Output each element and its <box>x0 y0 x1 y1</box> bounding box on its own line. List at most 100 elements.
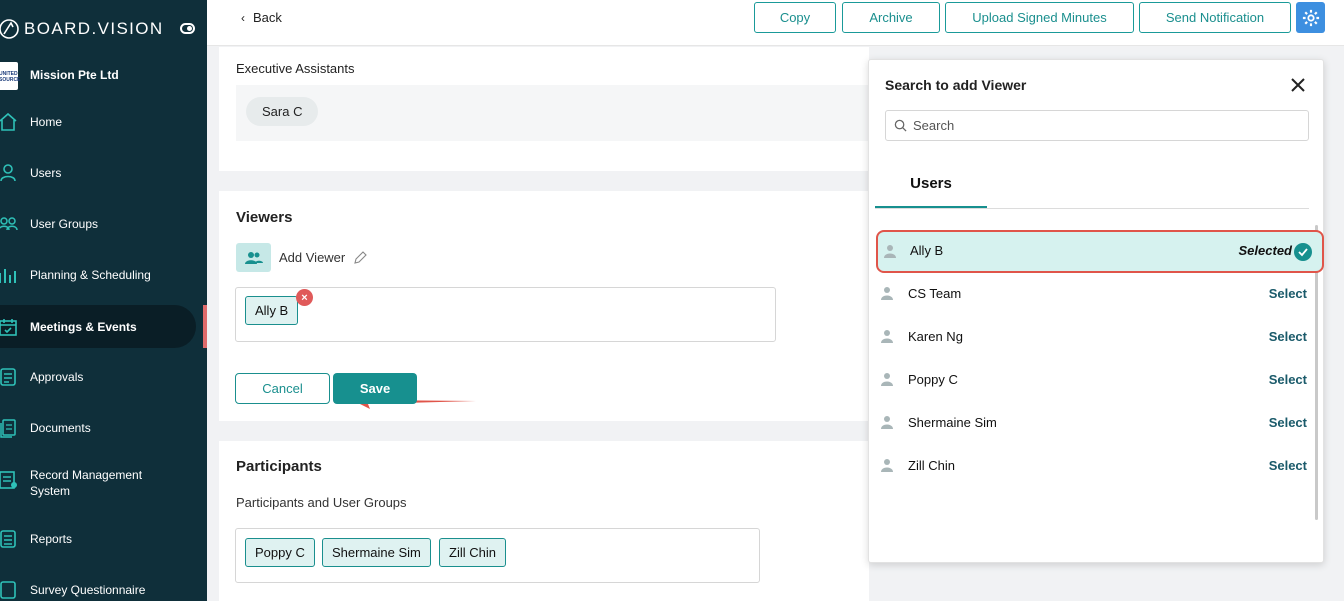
add-viewer-panel: Search to add Viewer Users Ally B Select… <box>868 59 1324 563</box>
sidebar-item-label: Home <box>30 115 63 129</box>
sidebar: BOARD.VISION UNITED SOURCE Mission Pte L… <box>0 0 207 601</box>
sidebar-item-label: Users <box>30 166 62 180</box>
clipboard-icon <box>0 368 16 386</box>
user-row[interactable]: Karen Ng Select <box>875 317 1311 357</box>
sidebar-item-home[interactable]: Home <box>0 112 207 132</box>
search-icon <box>894 119 907 132</box>
sidebar-item-user-groups[interactable]: User Groups <box>0 214 207 234</box>
participants-section: Participants Participants and User Group… <box>219 441 869 601</box>
settings-button[interactable] <box>1296 2 1325 33</box>
user-icon <box>881 287 893 300</box>
tab-divider <box>875 208 1309 209</box>
sidebar-toggle-icon[interactable] <box>180 23 195 34</box>
user-name: Zill Chin <box>908 458 955 473</box>
participants-box[interactable]: Poppy C Shermaine Sim Zill Chin <box>235 528 760 583</box>
sidebar-item-meetings-events[interactable]: Meetings & Events <box>0 305 196 348</box>
user-icon <box>884 245 896 258</box>
user-row[interactable]: Zill Chin Select <box>875 446 1311 486</box>
select-button[interactable]: Select <box>1269 372 1307 387</box>
participant-chip: Zill Chin <box>439 538 506 567</box>
pencil-icon[interactable] <box>353 250 368 265</box>
participants-subtitle: Participants and User Groups <box>236 495 407 510</box>
brand-logo-icon <box>0 19 19 39</box>
active-indicator <box>203 305 207 348</box>
back-button[interactable]: ‹ Back <box>241 10 282 25</box>
sidebar-item-approvals[interactable]: Approvals <box>0 367 207 387</box>
brand: BOARD.VISION <box>0 16 207 44</box>
user-icon <box>881 416 893 429</box>
viewer-chip-label: Ally B <box>255 303 289 318</box>
viewers-title: Viewers <box>236 209 293 226</box>
send-notification-button[interactable]: Send Notification <box>1139 2 1291 33</box>
participant-chip: Poppy C <box>245 538 315 567</box>
survey-icon <box>0 581 16 599</box>
select-button[interactable]: Select <box>1269 458 1307 473</box>
user-name: Karen Ng <box>908 329 963 344</box>
add-viewer-button[interactable]: Add Viewer <box>236 243 368 272</box>
cancel-button[interactable]: Cancel <box>235 373 330 404</box>
panel-title: Search to add Viewer <box>885 77 1027 93</box>
executive-assistants-section: Executive Assistants Sara C <box>219 47 876 171</box>
select-button[interactable]: Select <box>1269 329 1307 344</box>
participant-chip: Shermaine Sim <box>322 538 431 567</box>
sidebar-item-label: User Groups <box>30 217 99 231</box>
chevron-left-icon: ‹ <box>241 10 245 25</box>
select-button[interactable]: Select <box>1269 286 1307 301</box>
user-icon <box>881 459 893 472</box>
search-field[interactable] <box>885 110 1309 141</box>
sidebar-item-label: Reports <box>30 532 73 546</box>
sidebar-item-users[interactable]: Users <box>0 163 207 183</box>
record-icon <box>0 471 17 489</box>
remove-chip-icon[interactable]: × <box>296 289 313 306</box>
brand-name: BOARD.VISION <box>24 19 164 38</box>
user-name: Shermaine Sim <box>908 415 997 430</box>
user-row[interactable]: CS Team Select <box>875 274 1311 314</box>
chart-icon <box>0 269 16 283</box>
users-icon <box>0 217 18 231</box>
user-icon <box>0 164 16 182</box>
close-icon[interactable] <box>1289 76 1307 94</box>
user-name: Ally B <box>910 243 944 258</box>
user-icon <box>881 373 893 386</box>
calendar-icon <box>0 319 17 336</box>
sidebar-item-label: Meetings & Events <box>30 320 137 334</box>
sidebar-item-label: Survey Questionnaire <box>30 583 146 597</box>
archive-button[interactable]: Archive <box>842 2 940 33</box>
search-input[interactable] <box>913 118 1293 133</box>
user-row[interactable]: Shermaine Sim Select <box>875 403 1311 443</box>
documents-icon <box>0 419 16 438</box>
sidebar-item-label: Record Management System <box>30 468 143 498</box>
participants-title: Participants <box>236 458 322 475</box>
executive-assistants-label: Executive Assistants <box>236 61 355 76</box>
organization-name: Mission Pte Ltd <box>30 68 119 82</box>
sidebar-item-record-management[interactable]: Record Management System <box>0 466 207 500</box>
sidebar-item-label: Planning & Scheduling <box>30 268 151 282</box>
sidebar-item-label: Documents <box>30 421 91 435</box>
top-bar: ‹ Back Copy Archive Upload Signed Minute… <box>207 0 1344 46</box>
add-user-icon <box>236 243 271 272</box>
back-label: Back <box>253 10 282 25</box>
viewer-chip: Ally B × <box>245 289 313 325</box>
upload-signed-minutes-button[interactable]: Upload Signed Minutes <box>945 2 1134 33</box>
organization-logo: UNITED SOURCE <box>0 62 20 90</box>
sidebar-item-reports[interactable]: Reports <box>0 529 207 549</box>
copy-button[interactable]: Copy <box>754 2 836 33</box>
sidebar-item-survey-questionnaire[interactable]: Survey Questionnaire <box>0 580 207 600</box>
report-icon <box>0 530 16 548</box>
home-icon <box>0 112 17 131</box>
user-row[interactable]: Poppy C Select <box>875 360 1311 400</box>
sidebar-item-planning-scheduling[interactable]: Planning & Scheduling <box>0 265 207 285</box>
user-name: CS Team <box>908 286 962 301</box>
add-viewer-label: Add Viewer <box>279 250 346 265</box>
user-name: Poppy C <box>908 372 958 387</box>
tab-users[interactable]: Users <box>875 160 987 208</box>
viewers-section: Viewers Add Viewer Ally B × Cancel Save <box>219 191 869 421</box>
save-button[interactable]: Save <box>333 373 417 404</box>
organization[interactable]: UNITED SOURCE Mission Pte Ltd <box>0 60 207 92</box>
viewers-box[interactable]: Ally B × <box>235 287 776 409</box>
sidebar-item-documents[interactable]: Documents <box>0 418 207 438</box>
select-button[interactable]: Select <box>1269 415 1307 430</box>
selected-label: Selected <box>1238 243 1292 258</box>
sidebar-item-label: Approvals <box>30 370 84 384</box>
user-row-selected[interactable]: Ally B Selected <box>876 230 1324 273</box>
